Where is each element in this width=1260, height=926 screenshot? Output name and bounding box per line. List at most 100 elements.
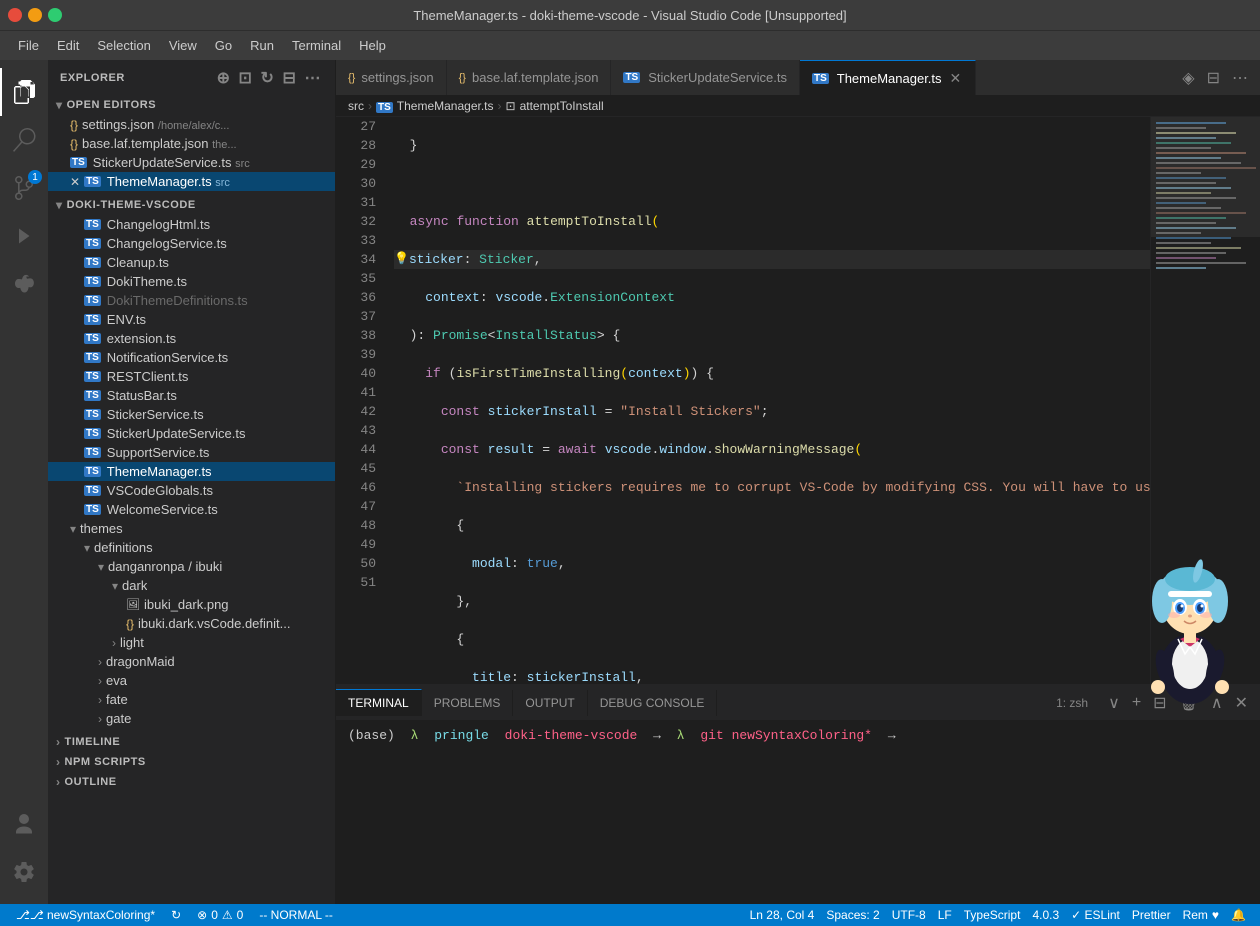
file-cleanup[interactable]: TS Cleanup.ts: [48, 253, 335, 272]
tab-sticker-update[interactable]: TS StickerUpdateService.ts: [611, 60, 800, 95]
light-folder[interactable]: › light: [48, 633, 335, 652]
status-encoding[interactable]: UTF-8: [886, 904, 932, 926]
account-activity-icon[interactable]: [0, 800, 48, 848]
breadcrumb-file[interactable]: TSThemeManager.ts: [376, 99, 494, 113]
file-changelog-html[interactable]: TS ChangelogHtml.ts: [48, 215, 335, 234]
status-bell[interactable]: 🔔: [1225, 904, 1252, 926]
status-eol[interactable]: LF: [932, 904, 958, 926]
terminal-tab-debug[interactable]: DEBUG CONSOLE: [588, 690, 718, 716]
terminal-close-icon[interactable]: ✕: [1231, 689, 1252, 717]
terminal-tab-output[interactable]: OUTPUT: [513, 690, 587, 716]
status-language[interactable]: TypeScript: [958, 904, 1027, 926]
file-support-service[interactable]: TS SupportService.ts: [48, 443, 335, 462]
themes-folder[interactable]: ▾ themes: [48, 519, 335, 538]
code-editor[interactable]: 27 28 29 30 31 32 33 34 35 36 37 38 39 4…: [336, 117, 1150, 684]
terminal-split-icon[interactable]: ⊟: [1149, 689, 1170, 717]
status-prettier[interactable]: Prettier: [1126, 904, 1177, 926]
extensions-activity-icon[interactable]: [0, 260, 48, 308]
status-branch[interactable]: ⎇ ⎇ newSyntaxColoring*: [8, 904, 163, 926]
project-section[interactable]: ▾ DOKI-THEME-VSCODE: [48, 195, 335, 215]
open-editors-section[interactable]: ▾ OPEN EDITORS: [48, 95, 335, 115]
settings-activity-icon[interactable]: [0, 848, 48, 896]
open-editor-base-laf[interactable]: {} base.laf.template.json the...: [48, 134, 335, 153]
menu-view[interactable]: View: [161, 34, 205, 57]
tab-theme-manager[interactable]: TS ThemeManager.ts ✕: [800, 60, 976, 95]
open-editor-sticker-update[interactable]: TS StickerUpdateService.ts src: [48, 153, 335, 172]
terminal-tab-problems[interactable]: PROBLEMS: [422, 690, 514, 716]
menu-file[interactable]: File: [10, 34, 47, 57]
outline-section[interactable]: › OUTLINE: [48, 772, 335, 792]
gate-folder[interactable]: › gate: [48, 709, 335, 728]
terminal-trash-icon[interactable]: 🗑: [1175, 689, 1203, 717]
file-doki-theme[interactable]: TS DokiTheme.ts: [48, 272, 335, 291]
menu-help[interactable]: Help: [351, 34, 394, 57]
file-theme-manager[interactable]: TS ThemeManager.ts: [48, 462, 335, 481]
minimize-button[interactable]: [28, 8, 42, 22]
menu-go[interactable]: Go: [207, 34, 240, 57]
npm-scripts-section[interactable]: › NPM SCRIPTS: [48, 752, 335, 772]
menu-edit[interactable]: Edit: [49, 34, 87, 57]
new-file-icon[interactable]: ⊕: [215, 66, 233, 90]
terminal-content[interactable]: (base) λ pringle doki-theme-vscode → λ g…: [336, 720, 1260, 904]
search-activity-icon[interactable]: [0, 116, 48, 164]
minimap-slider[interactable]: [1151, 117, 1260, 237]
split-editor-icon[interactable]: ⊟: [1203, 64, 1224, 92]
file-rest-client[interactable]: TS RESTClient.ts: [48, 367, 335, 386]
file-welcome-service[interactable]: TS WelcomeService.ts: [48, 500, 335, 519]
file-sticker-service[interactable]: TS StickerService.ts: [48, 405, 335, 424]
tab-base-laf[interactable]: {} base.laf.template.json: [447, 60, 612, 95]
status-errors[interactable]: ⊗ 0 ⚠ 0: [189, 904, 251, 926]
new-folder-icon[interactable]: ⊡: [237, 66, 255, 90]
open-editor-theme-manager[interactable]: ✕ TS ThemeManager.ts src: [48, 172, 335, 191]
file-vscode-globals[interactable]: TS VSCodeGlobals.ts: [48, 481, 335, 500]
collapse-all-icon[interactable]: ⊟: [280, 66, 298, 90]
close-icon-open-editor[interactable]: ✕: [70, 175, 80, 189]
file-doki-theme-defs[interactable]: TS DokiThemeDefinitions.ts: [48, 291, 335, 310]
file-env[interactable]: TS ENV.ts: [48, 310, 335, 329]
dragon-maid-folder[interactable]: › dragonMaid: [48, 652, 335, 671]
breadcrumb-toggle-icon[interactable]: ◈: [1178, 64, 1198, 92]
status-spaces[interactable]: Spaces: 2: [820, 904, 885, 926]
ts-icon4: TS: [84, 238, 101, 249]
fate-folder[interactable]: › fate: [48, 690, 335, 709]
maximize-button[interactable]: [48, 8, 62, 22]
terminal-chevron-down-icon[interactable]: ∨: [1104, 689, 1124, 717]
terminal-up-icon[interactable]: ∧: [1207, 689, 1227, 717]
explorer-activity-icon[interactable]: [0, 68, 48, 116]
terminal-tab-terminal[interactable]: TERMINAL: [336, 689, 422, 716]
terminal-add-icon[interactable]: +: [1128, 690, 1145, 716]
ibuki-dark-vscode[interactable]: {} ibuki.dark.vsCode.definit...: [48, 614, 335, 633]
menu-run[interactable]: Run: [242, 34, 282, 57]
refresh-icon[interactable]: ↻: [259, 66, 277, 90]
status-ts-version[interactable]: 4.0.3: [1026, 904, 1065, 926]
definitions-folder[interactable]: ▾ definitions: [48, 538, 335, 557]
menu-selection[interactable]: Selection: [89, 34, 158, 57]
status-position[interactable]: Ln 28, Col 4: [744, 904, 821, 926]
more-actions-tab-icon[interactable]: ⋯: [1228, 64, 1252, 92]
status-remote[interactable]: Rem ♥: [1177, 904, 1225, 926]
more-actions-icon[interactable]: ⋯: [302, 66, 323, 90]
status-eslint[interactable]: ✓ ESLint: [1065, 904, 1126, 926]
status-sync[interactable]: ↻: [163, 904, 189, 926]
file-extension[interactable]: TS extension.ts: [48, 329, 335, 348]
tab-settings-json[interactable]: {} settings.json: [336, 60, 447, 95]
file-status-bar[interactable]: TS StatusBar.ts: [48, 386, 335, 405]
source-control-activity-icon[interactable]: 1: [0, 164, 48, 212]
open-editor-settings-json[interactable]: {} settings.json /home/alex/c...: [48, 115, 335, 134]
breadcrumb-function[interactable]: ⊡attemptToInstall: [506, 99, 604, 113]
dark-folder[interactable]: ▾ dark: [48, 576, 335, 595]
eva-folder[interactable]: › eva: [48, 671, 335, 690]
code-content[interactable]: } async function attemptToInstall( 💡stic…: [386, 117, 1150, 684]
status-vim-mode[interactable]: -- NORMAL --: [251, 904, 341, 926]
close-button[interactable]: [8, 8, 22, 22]
timeline-section[interactable]: › TIMELINE: [48, 732, 335, 752]
run-activity-icon[interactable]: [0, 212, 48, 260]
file-changelog-service[interactable]: TS ChangelogService.ts: [48, 234, 335, 253]
file-sticker-update[interactable]: TS StickerUpdateService.ts: [48, 424, 335, 443]
danganronpa-folder[interactable]: ▾ danganronpa / ibuki: [48, 557, 335, 576]
file-notification[interactable]: TS NotificationService.ts: [48, 348, 335, 367]
breadcrumb-src[interactable]: src: [348, 99, 364, 113]
tab-close-theme-manager[interactable]: ✕: [948, 68, 964, 89]
menu-terminal[interactable]: Terminal: [284, 34, 349, 57]
ibuki-dark-png[interactable]: 🖼 ibuki_dark.png: [48, 595, 335, 614]
